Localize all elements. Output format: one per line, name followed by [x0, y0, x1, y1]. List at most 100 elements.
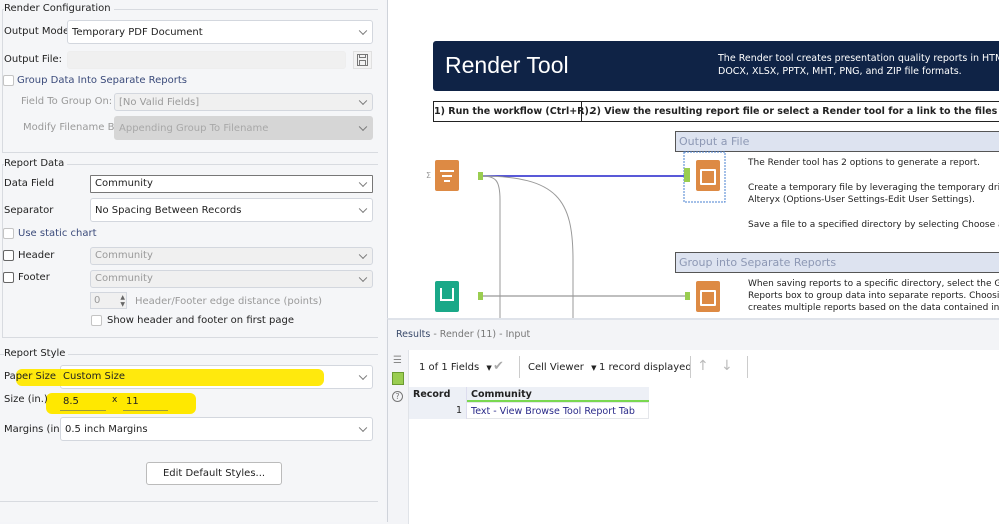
header-checkbox[interactable]	[3, 250, 14, 261]
field-to-group-select[interactable]: [No Valid Fields]	[114, 93, 373, 111]
paper-size-value: Custom Size	[63, 371, 126, 382]
spinner-arrows-icon[interactable]: ▲ ▼	[120, 294, 125, 308]
edge-distance-value: 0	[94, 295, 101, 306]
results-content: 1 of 1 Fields ▼ ✔ Cell Viewer ▼ 1 record…	[409, 350, 999, 524]
data-field-label: Data Field	[4, 178, 55, 189]
caret-down-icon: ▼	[591, 364, 597, 372]
results-title-label: Results	[396, 329, 431, 340]
group-data-checkbox[interactable]	[3, 75, 14, 86]
data-field-select[interactable]: Community	[90, 175, 373, 193]
render-tool-icon[interactable]	[696, 281, 720, 312]
sum-icon: Σ	[426, 171, 432, 180]
modify-filename-select[interactable]: Appending Group To Filename	[114, 116, 373, 140]
workflow-canvas[interactable]: Render Tool The Render tool creates pres…	[387, 0, 999, 318]
output-anchor[interactable]	[478, 292, 483, 300]
output-file-input[interactable]	[67, 51, 346, 69]
record-cell: 1	[409, 402, 467, 419]
save-icon	[357, 54, 368, 66]
field-to-group-value: [No Valid Fields]	[119, 97, 200, 108]
chevron-down-icon	[358, 178, 368, 188]
render-configuration-legend: Render Configuration	[4, 3, 114, 14]
cell-viewer-dropdown[interactable]: Cell Viewer ▼	[528, 362, 596, 373]
separator-label: Separator	[4, 205, 54, 216]
footer-checkbox[interactable]	[3, 272, 14, 283]
footer-select[interactable]: Community	[90, 270, 373, 288]
size-x-label: x	[112, 395, 118, 405]
records-displayed: 1 record displayed	[599, 362, 692, 373]
divider	[519, 356, 520, 378]
chevron-down-icon	[358, 96, 368, 106]
footer-value: Community	[95, 273, 153, 284]
results-sidebar: ☰ ?	[388, 350, 409, 524]
chevron-down-icon	[358, 26, 368, 36]
edge-distance-stepper[interactable]: 0 ▲ ▼	[90, 292, 127, 309]
show-first-page-checkbox[interactable]	[91, 315, 102, 326]
group-data-label: Group Data Into Separate Reports	[17, 75, 188, 86]
arrow-up-icon[interactable]: ↑	[697, 358, 709, 374]
height-input[interactable]: 11	[123, 396, 168, 411]
column-header-record[interactable]: Record	[409, 387, 467, 402]
results-subtitle: - Render (11) - Input	[430, 329, 531, 340]
footer-label: Footer	[18, 272, 50, 283]
size-label: Size (in.)	[4, 394, 48, 405]
chevron-down-icon	[358, 423, 368, 433]
static-chart-label: Use static chart	[18, 228, 97, 239]
separator-select[interactable]: No Spacing Between Records	[90, 198, 373, 222]
margins-label: Margins (in.)	[4, 424, 67, 435]
render-tool-icon[interactable]	[696, 160, 720, 191]
show-first-page-label: Show header and footer on first page	[107, 315, 295, 326]
chevron-down-icon	[358, 371, 368, 381]
width-input[interactable]: 8.5	[60, 396, 106, 411]
divider	[690, 356, 691, 378]
checkmark-icon[interactable]: ✔	[493, 359, 504, 374]
data-field-value: Community	[95, 178, 153, 189]
field-to-group-label: Field To Group On:	[21, 96, 113, 107]
report-style-legend: Report Style	[4, 348, 69, 359]
margins-select[interactable]: 0.5 inch Margins	[60, 417, 373, 441]
table-header: Record Community	[409, 387, 649, 402]
header-select[interactable]: Community	[90, 247, 373, 265]
output-file-label: Output File:	[4, 54, 63, 65]
column-header-community[interactable]: Community	[467, 387, 649, 402]
community-cell[interactable]: Text - View Browse Tool Report Tab	[467, 402, 649, 419]
separator-value: No Spacing Between Records	[95, 205, 242, 216]
cell-viewer-label: Cell Viewer	[528, 362, 584, 373]
fields-label: 1 of 1 Fields	[419, 362, 480, 373]
modify-filename-label: Modify Filename By:	[23, 122, 124, 133]
header-label: Header	[18, 250, 55, 261]
modify-filename-value: Appending Group To Filename	[119, 123, 269, 134]
chevron-down-icon	[358, 250, 368, 260]
margins-value: 0.5 inch Margins	[65, 424, 148, 435]
text-input-tool-icon[interactable]	[435, 281, 459, 312]
input-anchor[interactable]	[684, 168, 690, 182]
fields-dropdown[interactable]: 1 of 1 Fields ▼	[419, 362, 492, 373]
output-mode-select[interactable]: Temporary PDF Document	[67, 20, 373, 44]
results-table: Record Community 1 Text - View Browse To…	[409, 387, 649, 419]
save-file-button[interactable]	[353, 51, 372, 69]
divider	[747, 356, 748, 378]
arrow-down-icon[interactable]: ↓	[721, 358, 733, 374]
static-chart-checkbox[interactable]	[3, 228, 14, 239]
summarize-tool-icon[interactable]	[435, 160, 459, 191]
connection-line[interactable]	[479, 175, 501, 318]
table-row[interactable]: 1 Text - View Browse Tool Report Tab	[409, 402, 649, 419]
data-view-icon[interactable]	[392, 372, 404, 385]
input-anchor[interactable]	[685, 292, 690, 300]
list-icon[interactable]: ☰	[393, 355, 402, 366]
help-icon[interactable]: ?	[392, 391, 403, 402]
edit-default-styles-button[interactable]: Edit Default Styles...	[146, 462, 282, 485]
chevron-down-icon	[358, 122, 368, 132]
report-data-legend: Report Data	[4, 158, 68, 169]
caret-down-icon: ▼	[486, 364, 492, 372]
results-title: Results - Render (11) - Input	[396, 329, 530, 340]
chevron-down-icon	[358, 204, 368, 214]
output-anchor[interactable]	[478, 172, 483, 180]
output-mode-label: Output Mode:	[4, 26, 73, 37]
header-value: Community	[95, 250, 153, 261]
output-mode-value: Temporary PDF Document	[72, 27, 203, 38]
edge-distance-label: Header/Footer edge distance (points)	[135, 296, 323, 307]
configuration-panel: Render Configuration Output Mode: Tempor…	[0, 0, 385, 522]
connection-line[interactable]	[479, 175, 574, 318]
connections	[479, 151, 726, 318]
paper-size-label: Paper Size	[4, 371, 57, 382]
